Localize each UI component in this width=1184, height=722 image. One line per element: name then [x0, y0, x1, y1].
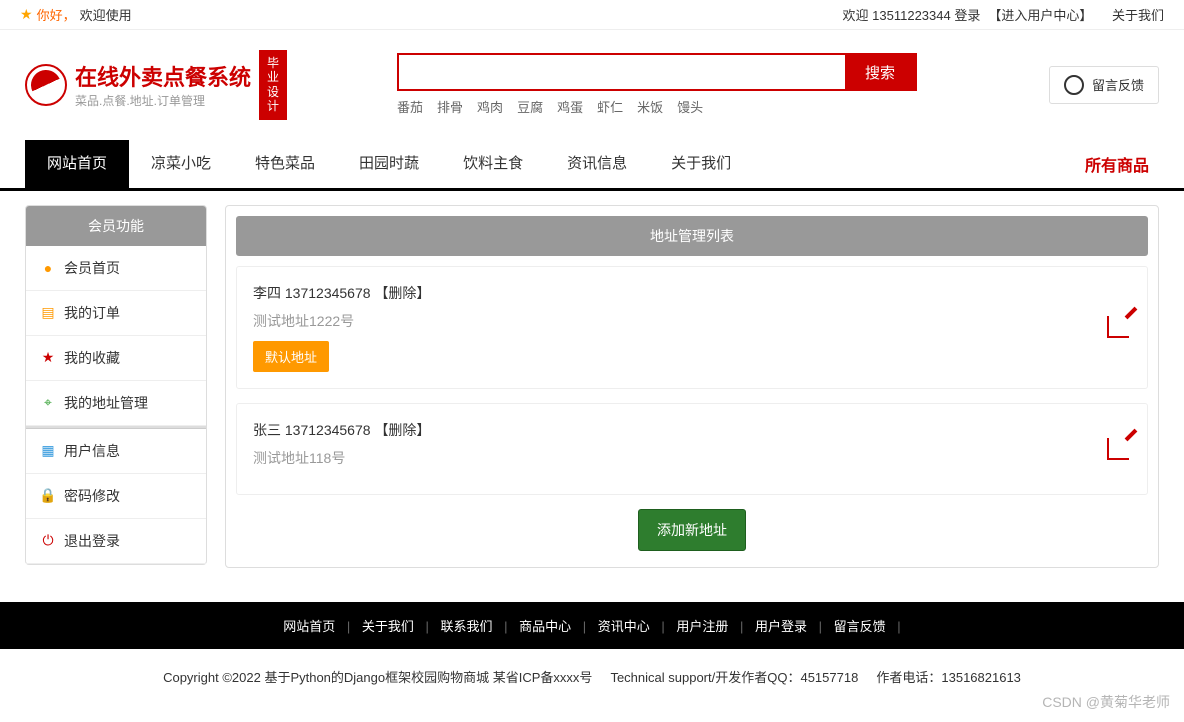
address-list: 李四 13712345678 【删除】测试地址1222号默认地址张三 13712… [236, 266, 1148, 495]
home-icon: ● [40, 260, 56, 276]
logo-icon [25, 64, 67, 106]
search-button[interactable]: 搜索 [845, 55, 915, 89]
sidebar: 会员功能 ● 会员首页 ▤ 我的订单 ★ 我的收藏 ⌖ 我的地址管理 ▦ 用户信息 🔒 密码修改 ⏻ 退… [25, 205, 207, 565]
user-icon: ▦ [40, 443, 56, 459]
nav-item[interactable]: 资讯信息 [545, 140, 649, 188]
search-tags: 番茄排骨鸡肉豆腐鸡蛋虾仁米饭馒头 [397, 97, 917, 116]
search-tag[interactable]: 米饭 [637, 100, 663, 115]
feedback-button[interactable]: 留言反馈 [1049, 66, 1159, 104]
search-tag[interactable]: 鸡蛋 [557, 100, 583, 115]
nav-item[interactable]: 田园时蔬 [337, 140, 441, 188]
logo-area[interactable]: 在线外卖点餐系统 菜品.点餐.地址.订单管理 毕业 设计 [25, 50, 287, 120]
sidebar-item-label: 退出登录 [64, 531, 120, 551]
sidebar-item-star[interactable]: ★ 我的收藏 [26, 336, 206, 381]
footer-link[interactable]: 用户登录 [751, 619, 811, 634]
power-icon: ⏻ [40, 533, 56, 549]
sidebar-item-label: 我的地址管理 [64, 393, 148, 413]
address-card: 张三 13712345678 【删除】测试地址118号 [236, 403, 1148, 495]
search-tag[interactable]: 排骨 [437, 100, 463, 115]
content-title: 地址管理列表 [236, 216, 1148, 256]
topbar-right: 欢迎 13511223344 登录 【进入用户中心】 关于我们 [843, 5, 1164, 24]
search-tag[interactable]: 豆腐 [517, 100, 543, 115]
logo-title: 在线外卖点餐系统 [75, 60, 251, 92]
address-card: 李四 13712345678 【删除】测试地址1222号默认地址 [236, 266, 1148, 389]
search-area: 搜索 番茄排骨鸡肉豆腐鸡蛋虾仁米饭馒头 [397, 53, 917, 116]
footer-link[interactable]: 关于我们 [358, 619, 418, 634]
sidebar-item-lock[interactable]: 🔒 密码修改 [26, 474, 206, 519]
nav-item[interactable]: 凉菜小吃 [129, 140, 233, 188]
lock-icon: 🔒 [40, 488, 56, 504]
delete-link[interactable]: 【删除】 [374, 422, 430, 438]
search-tag[interactable]: 馒头 [677, 100, 703, 115]
welcome-text: 欢迎 13511223344 登录 [843, 5, 981, 24]
sidebar-item-label: 会员首页 [64, 258, 120, 278]
footer-link[interactable]: 用户注册 [672, 619, 732, 634]
header: 在线外卖点餐系统 菜品.点餐.地址.订单管理 毕业 设计 搜索 番茄排骨鸡肉豆腐… [0, 30, 1184, 140]
order-icon: ▤ [40, 305, 56, 321]
search-tag[interactable]: 番茄 [397, 100, 423, 115]
sidebar-item-home[interactable]: ● 会员首页 [26, 246, 206, 291]
sidebar-item-pin[interactable]: ⌖ 我的地址管理 [26, 381, 206, 426]
edit-icon[interactable] [1107, 438, 1129, 460]
default-badge: 默认地址 [253, 341, 329, 372]
search-box: 搜索 [397, 53, 917, 91]
sidebar-item-power[interactable]: ⏻ 退出登录 [26, 519, 206, 564]
star-icon: ★ [20, 6, 33, 23]
sidebar-item-label: 密码修改 [64, 486, 120, 506]
topbar-left: ★ 你好， 欢迎使用 [20, 5, 132, 24]
feedback-label: 留言反馈 [1092, 75, 1144, 94]
nav-item[interactable]: 关于我们 [649, 140, 753, 188]
footer: 网站首页 | 关于我们 | 联系我们 | 商品中心 | 资讯中心 | 用户注册 … [0, 602, 1184, 704]
footer-link[interactable]: 联系我们 [437, 619, 497, 634]
nav-item[interactable]: 特色菜品 [233, 140, 337, 188]
footer-link[interactable]: 商品中心 [515, 619, 575, 634]
address-header: 李四 13712345678 【删除】 [253, 283, 1131, 303]
search-tag[interactable]: 虾仁 [597, 100, 623, 115]
logo-badge: 毕业 设计 [259, 50, 287, 120]
add-address-button[interactable]: 添加新地址 [638, 509, 746, 551]
logo-text: 在线外卖点餐系统 菜品.点餐.地址.订单管理 [75, 60, 251, 109]
footer-link[interactable]: 资讯中心 [594, 619, 654, 634]
greeting-text: 欢迎使用 [80, 5, 132, 24]
watermark: CSDN @黄菊华老师 [1042, 692, 1170, 712]
about-link[interactable]: 关于我们 [1112, 5, 1164, 24]
sidebar-item-order[interactable]: ▤ 我的订单 [26, 291, 206, 336]
sidebar-item-label: 我的订单 [64, 303, 120, 323]
edit-icon[interactable] [1107, 316, 1129, 338]
nav-item[interactable]: 网站首页 [25, 140, 129, 188]
greeting-prefix: 你好， [37, 5, 76, 24]
nav-item[interactable]: 饮料主食 [441, 140, 545, 188]
address-detail: 测试地址118号 [253, 448, 1131, 468]
pin-icon: ⌖ [40, 395, 56, 411]
sidebar-item-user[interactable]: ▦ 用户信息 [26, 429, 206, 474]
address-detail: 测试地址1222号 [253, 311, 1131, 331]
topbar: ★ 你好， 欢迎使用 欢迎 13511223344 登录 【进入用户中心】 关于… [0, 0, 1184, 30]
footer-nav: 网站首页 | 关于我们 | 联系我们 | 商品中心 | 资讯中心 | 用户注册 … [0, 602, 1184, 649]
footer-info: Copyright ©2022 基于Python的Django框架校园购物商城 … [0, 649, 1184, 704]
sidebar-title: 会员功能 [26, 206, 206, 246]
sidebar-item-label: 用户信息 [64, 441, 120, 461]
content-panel: 地址管理列表 李四 13712345678 【删除】测试地址1222号默认地址张… [225, 205, 1159, 568]
nav-all-goods[interactable]: 所有商品 [1075, 140, 1159, 188]
footer-link[interactable]: 留言反馈 [830, 619, 890, 634]
user-center-link[interactable]: 【进入用户中心】 [988, 5, 1092, 24]
main-nav: 网站首页凉菜小吃特色菜品田园时蔬饮料主食资讯信息关于我们 所有商品 [0, 140, 1184, 191]
address-header: 张三 13712345678 【删除】 [253, 420, 1131, 440]
headset-icon [1064, 75, 1084, 95]
main-area: 会员功能 ● 会员首页 ▤ 我的订单 ★ 我的收藏 ⌖ 我的地址管理 ▦ 用户信息 🔒 密码修改 ⏻ 退… [0, 191, 1184, 582]
delete-link[interactable]: 【删除】 [374, 285, 430, 301]
search-input[interactable] [399, 55, 845, 89]
topbar-sep [1100, 7, 1104, 22]
search-tag[interactable]: 鸡肉 [477, 100, 503, 115]
footer-link[interactable]: 网站首页 [279, 619, 339, 634]
sidebar-item-label: 我的收藏 [64, 348, 120, 368]
logo-subtitle: 菜品.点餐.地址.订单管理 [75, 92, 251, 109]
star-icon: ★ [40, 350, 56, 366]
